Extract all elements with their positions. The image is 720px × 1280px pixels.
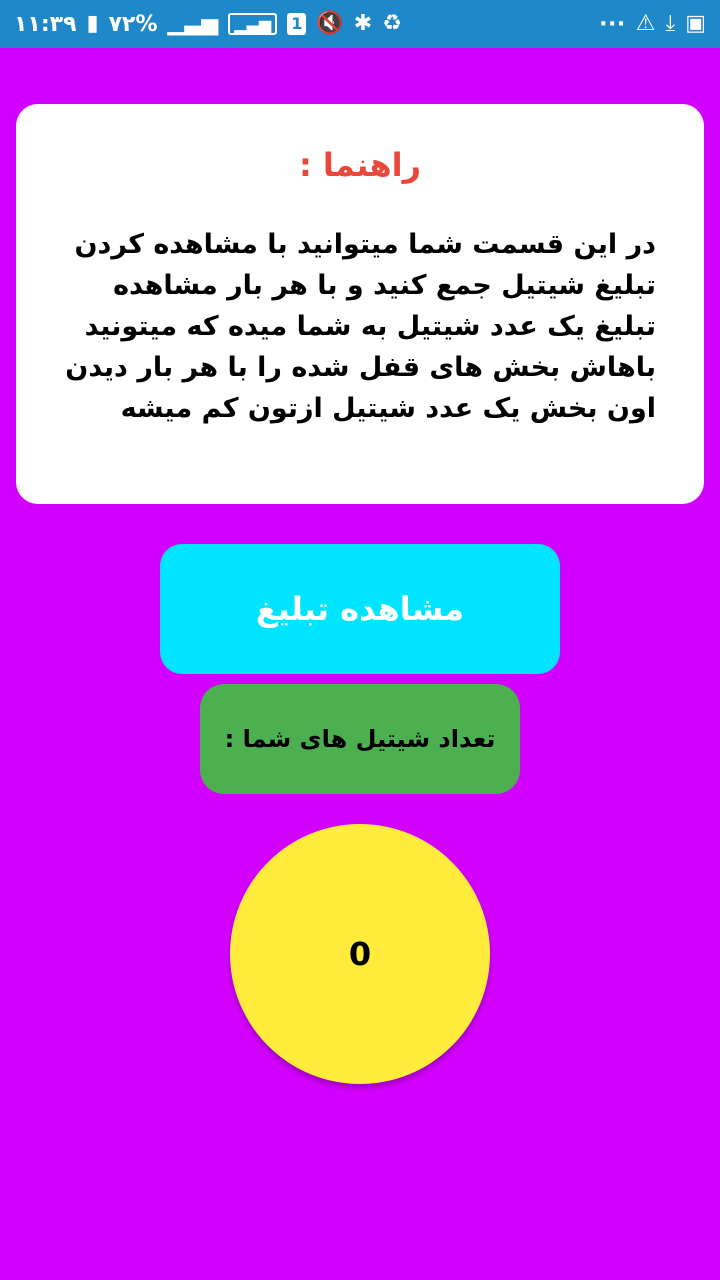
bluetooth-icon: ✱ [353, 11, 373, 36]
status-right: ··· ⚠ ⤓ ▣ [599, 12, 706, 37]
mute-icon: 🔇 [316, 11, 344, 36]
status-left: ۱۱:۳۹ ▮ ۷۲% ▁▃▅ ▂▄▆ 1 🔇 ✱ ♻ [14, 12, 402, 37]
battery-icon: ▮ [86, 11, 99, 36]
data-usage-icon: ▂▄▆ [228, 13, 278, 35]
download-icon: ⤓ [665, 11, 676, 36]
status-time: ۱۱:۳۹ [14, 11, 77, 37]
coin-count-circle: 0 [230, 824, 490, 1084]
guide-title: راهنما : [298, 146, 422, 184]
image-icon: ▣ [685, 11, 706, 36]
sim-badge: 1 [287, 13, 307, 35]
guide-body: در این قسمت شما میتوانید با مشاهده کردن … [65, 229, 656, 424]
warning-icon: ⚠ [635, 11, 656, 36]
coin-count-value: 0 [348, 935, 372, 973]
watch-ad-button[interactable]: مشاهده تبلیغ [160, 544, 560, 674]
battery-saver-icon: ♻ [382, 11, 402, 36]
coin-count-label: تعداد شیتیل های شما : [200, 684, 520, 794]
battery-percent: ۷۲% [108, 11, 158, 37]
guide-card: راهنما : در این قسمت شما میتوانید با مشا… [16, 104, 704, 504]
signal-icon: ▁▃▅ [167, 11, 219, 36]
status-bar: ۱۱:۳۹ ▮ ۷۲% ▁▃▅ ▂▄▆ 1 🔇 ✱ ♻ ··· ⚠ ⤓ ▣ [0, 0, 720, 48]
more-notifications: ··· [599, 11, 626, 37]
